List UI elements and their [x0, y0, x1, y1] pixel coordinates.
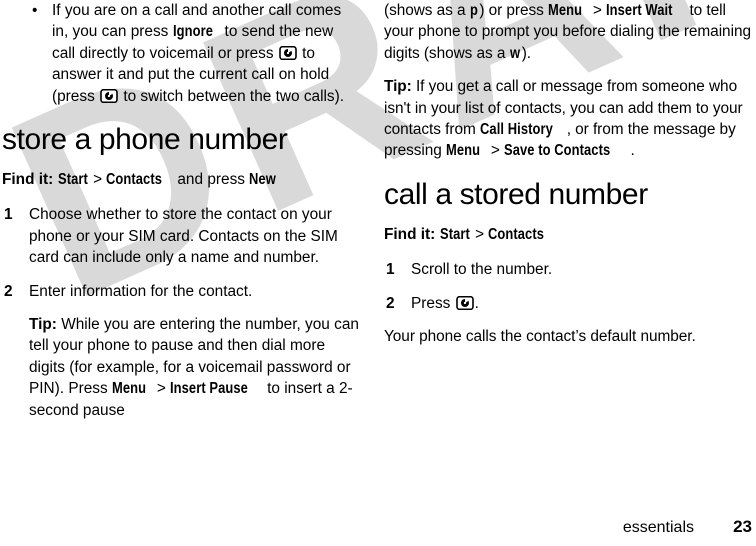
page-footer: essentials 23 [0, 517, 756, 538]
tip-label: Tip: [29, 316, 57, 334]
menu-path-contacts: Contacts [488, 225, 545, 243]
tip-paragraph: Tip: If you get a call or message from s… [384, 76, 754, 162]
tip-seg-2: > [152, 380, 171, 398]
ui-term-menu: Menu [548, 2, 583, 19]
left-column: • If you are on a call and another call c… [0, 0, 378, 433]
ui-term-p: p [469, 2, 478, 19]
menu-path-start: Start [57, 171, 88, 189]
menu-path-separator: > [475, 225, 485, 243]
cont-seg-2: ) or press [479, 2, 549, 19]
right-column: (shows as a p) or press Menu > Insert Wa… [378, 0, 756, 433]
tip-label: Tip: [384, 78, 412, 96]
ui-term-call-history: Call History [479, 121, 553, 139]
footer-chapter-label: essentials [622, 519, 694, 536]
menu-path-start: Start [439, 225, 470, 243]
step-text: Press [411, 294, 455, 312]
bullet-seg-6: to switch between the two calls). [119, 87, 345, 105]
send-key-icon [455, 295, 474, 310]
menu-path-contacts: Contacts [106, 171, 163, 189]
page-columns: • If you are on a call and another call c… [0, 0, 756, 433]
ui-term-insert-wait: Insert Wait [606, 2, 673, 19]
continuation-paragraph: (shows as a p) or press Menu > Insert Wa… [384, 0, 754, 64]
tip-seg-6: . [630, 142, 635, 160]
bullet-list-item: • If you are on a call and another call c… [2, 0, 360, 107]
footer-page-number: 23 [733, 517, 752, 536]
cont-seg-4: > [588, 2, 607, 19]
tip-paragraph: Tip: While you are entering the number, … [2, 314, 360, 421]
ui-term-save-to-contacts: Save to Contacts [503, 142, 611, 160]
step-text-after: . [474, 294, 479, 312]
menu-path-separator: > [93, 171, 103, 189]
bullet-point-icon: • [32, 2, 38, 19]
find-it-label: Find it: [384, 225, 436, 243]
step-text: Choose whether to store the contact on y… [29, 206, 338, 267]
step-text: Scroll to the number. [411, 261, 553, 279]
step-number: 2 [386, 294, 395, 312]
send-key-icon [100, 88, 118, 103]
send-key-icon [279, 45, 297, 60]
numbered-step: 1 Scroll to the number. [384, 259, 754, 280]
cont-seg-8: ). [521, 44, 532, 62]
step-number: 1 [386, 261, 395, 279]
numbered-step: 1 Choose whether to store the contact on… [2, 204, 360, 268]
step-text: Enter information for the contact. [29, 282, 253, 300]
tip-seg-4: > [486, 142, 504, 160]
ui-term-menu: Menu [111, 380, 147, 398]
find-it-line: Find it: Start > Contacts [384, 224, 754, 245]
ui-term-ignore: Ignore [172, 23, 213, 41]
ui-term-w: w [509, 44, 520, 62]
cont-seg-0: (shows as a [384, 2, 470, 19]
numbered-step: 2 Press . [384, 293, 754, 314]
ui-term-menu: Menu [446, 142, 481, 160]
section-heading-store-a-phone-number: store a phone number [2, 123, 288, 157]
step-number: 1 [4, 206, 13, 224]
find-it-line: Find it: Start > Contacts and press New [2, 169, 360, 190]
find-it-tail: and press [173, 171, 250, 189]
manual-page: DRAFT • If you are on a call and another … [0, 0, 756, 546]
step-number: 2 [4, 282, 13, 300]
menu-path-new: New [249, 171, 277, 189]
ui-term-insert-pause: Insert Pause [170, 380, 248, 398]
find-it-label: Find it: [2, 171, 54, 189]
section-heading-call-a-stored-number: call a stored number [384, 177, 648, 211]
numbered-step: 2 Enter information for the contact. [2, 281, 360, 302]
closing-paragraph: Your phone calls the contact’s default n… [384, 328, 696, 346]
